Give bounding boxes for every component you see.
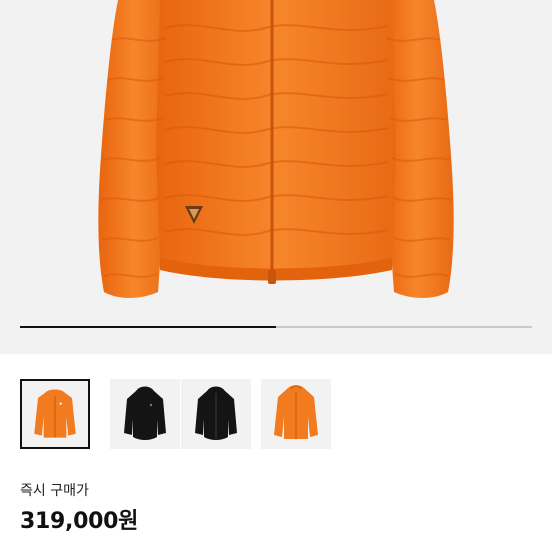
thumbnail-strip [20, 379, 540, 451]
orange-puffer-jacket-image [98, 0, 454, 298]
image-progress-fill [20, 326, 276, 328]
price-label: 즉시 구매가 [20, 483, 89, 499]
price-value: 319,000원 [20, 509, 139, 534]
product-image-carousel[interactable] [0, 0, 552, 354]
thumbnail-4[interactable] [261, 379, 331, 449]
black-jacket-icon [195, 386, 237, 440]
black-jacket-icon [124, 386, 166, 440]
orange-jacket-icon [34, 389, 76, 438]
thumbnail-1[interactable] [20, 379, 90, 449]
image-progress-track [20, 326, 532, 328]
orange-jacket-icon [274, 385, 318, 439]
thumbnail-3[interactable] [181, 379, 251, 449]
thumbnail-2[interactable] [110, 379, 180, 449]
